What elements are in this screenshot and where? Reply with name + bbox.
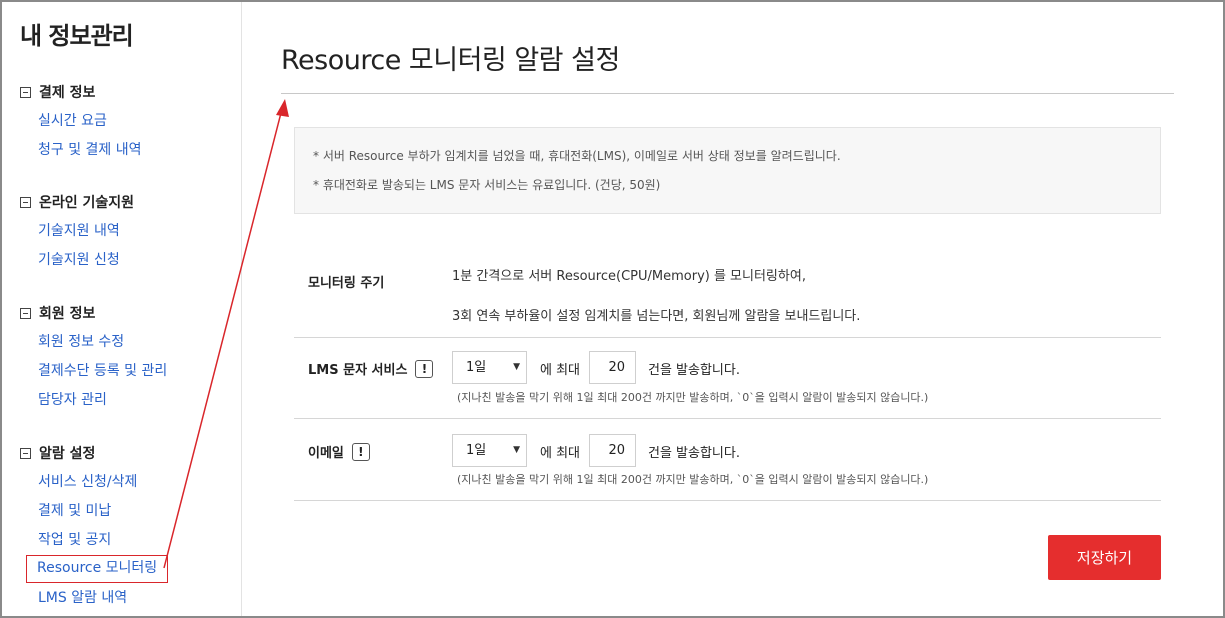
menu-group-payment: 결제 정보 실시간 요금 청구 및 결제 내역 [20,82,142,160]
sidebar-item-manager[interactable]: 담당자 관리 [38,390,167,410]
lms-hint: (지나친 발송을 막기 위해 1일 최대 200건 까지만 발송하며, `0`을… [457,391,929,404]
sidebar-item-payment-unpaid[interactable]: 결제 및 미납 [38,501,168,521]
collapse-icon[interactable] [20,447,31,459]
monitoring-desc-line1: 1분 간격으로 서버 Resource(CPU/Memory) 를 모니터링하여… [452,269,806,284]
row-divider [294,500,1161,501]
sidebar-item-support-history[interactable]: 기술지원 내역 [38,221,134,241]
lms-period-select[interactable]: 1일 ▼ [452,351,527,384]
collapse-icon[interactable] [20,196,31,208]
lms-label: LMS 문자 서비스 ! [308,359,434,378]
info-icon[interactable]: ! [351,442,370,461]
sidebar-item-payment-methods[interactable]: 결제수단 등록 및 관리 [38,361,167,381]
save-button[interactable]: 저장하기 [1048,535,1161,580]
email-hint: (지나친 발송을 막기 위해 1일 최대 200건 까지만 발송하며, `0`을… [457,473,929,486]
sidebar-item-realtime-fee[interactable]: 실시간 요금 [38,111,142,131]
group-heading-payment[interactable]: 결제 정보 [20,82,142,102]
row-divider [294,418,1161,419]
email-period-select[interactable]: 1일 ▼ [452,434,527,467]
monitoring-period-label: 모니터링 주기 [308,276,385,291]
email-suffix: 건을 발송합니다. [648,446,740,461]
sidebar-item-billing-history[interactable]: 청구 및 결제 내역 [38,140,142,160]
lms-label-text: LMS 문자 서비스 [308,363,408,378]
group-label: 알람 설정 [39,446,96,462]
notice-line: * 서버 Resource 부하가 임계치를 넘었을 때, 휴대전화(LMS),… [313,149,841,163]
menu-group-alarm: 알람 설정 서비스 신청/삭제 결제 및 미납 작업 및 공지 Resource… [20,443,169,608]
notice-box: * 서버 Resource 부하가 임계치를 넘었을 때, 휴대전화(LMS),… [294,127,1161,214]
notice-line: * 휴대전화로 발송되는 LMS 문자 서비스는 유료입니다. (건당, 50원… [313,178,661,192]
collapse-icon[interactable] [20,86,31,98]
sidebar-item-support-request[interactable]: 기술지원 신청 [38,250,134,270]
sidebar-item-resource-monitoring[interactable]: Resource 모니터링 [26,555,169,583]
info-icon[interactable]: ! [415,359,434,378]
chevron-down-icon: ▼ [513,362,520,372]
group-label: 회원 정보 [39,306,96,322]
menu-group-tech-support: 온라인 기술지원 기술지원 내역 기술지원 신청 [20,192,134,270]
group-heading-tech-support[interactable]: 온라인 기술지원 [20,192,134,212]
sidebar-item-service-apply[interactable]: 서비스 신청/삭제 [38,472,168,492]
sidebar-item-edit-member[interactable]: 회원 정보 수정 [38,332,167,352]
email-max-prefix: 에 최대 [540,446,581,461]
select-value: 1일 [466,360,487,375]
menu-group-member-info: 회원 정보 회원 정보 수정 결제수단 등록 및 관리 담당자 관리 [20,303,167,410]
group-heading-alarm[interactable]: 알람 설정 [20,443,168,463]
sidebar-title: 내 정보관리 [20,22,134,50]
row-divider [294,337,1161,338]
email-label-text: 이메일 [308,446,344,461]
title-divider [281,93,1174,94]
sidebar-item-lms-history[interactable]: LMS 알람 내역 [38,588,168,608]
sidebar: 내 정보관리 결제 정보 실시간 요금 청구 및 결제 내역 온라인 기술지원 … [2,2,242,616]
lms-max-prefix: 에 최대 [540,363,581,378]
lms-count-input[interactable]: 20 [589,351,636,384]
lms-suffix: 건을 발송합니다. [648,363,740,378]
group-heading-member-info[interactable]: 회원 정보 [20,303,167,323]
chevron-down-icon: ▼ [513,445,520,455]
collapse-icon[interactable] [20,307,31,319]
group-label: 결제 정보 [39,85,96,101]
page-title: Resource 모니터링 알람 설정 [281,45,620,76]
email-label: 이메일 ! [308,442,370,461]
select-value: 1일 [466,443,487,458]
email-count-input[interactable]: 20 [589,434,636,467]
monitoring-desc-line2: 3회 연속 부하율이 설정 임계치를 넘는다면, 회원님께 알람을 보내드립니다… [452,309,861,324]
sidebar-item-work-notice[interactable]: 작업 및 공지 [38,530,168,550]
group-label: 온라인 기술지원 [39,195,135,211]
